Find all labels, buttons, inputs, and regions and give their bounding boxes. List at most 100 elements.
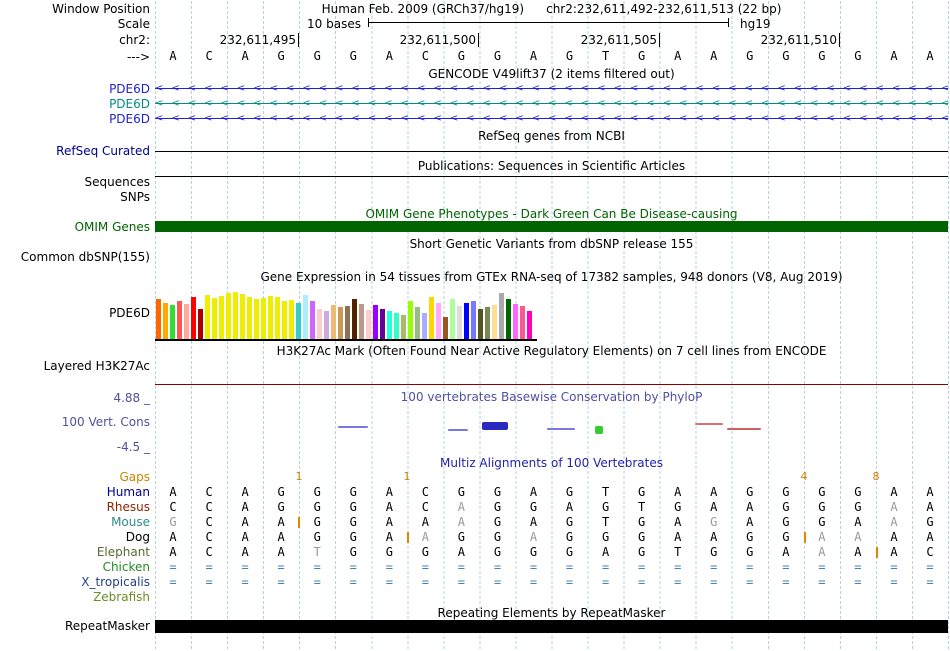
gtex-expression-bar[interactable] xyxy=(184,304,189,339)
gtex-expression-bar[interactable] xyxy=(331,305,336,339)
gene-label-pde6d-1[interactable]: PDE6D xyxy=(0,82,150,96)
multiz-row-rhesus[interactable]: CCAGGGACAGGAGTGAAGGGAA xyxy=(155,500,948,515)
gencode-gene-pde6d-2[interactable] xyxy=(155,97,948,110)
aligned-base: = xyxy=(241,560,249,574)
gtex-expression-barchart[interactable] xyxy=(156,291,532,339)
gtex-expression-bar[interactable] xyxy=(429,297,434,339)
species-label-human[interactable]: Human xyxy=(0,485,150,499)
gtex-expression-bar[interactable] xyxy=(205,295,210,339)
common-dbsnp-label[interactable]: Common dbSNP(155) xyxy=(0,250,150,264)
gtex-expression-bar[interactable] xyxy=(282,301,287,339)
gtex-expression-bar[interactable] xyxy=(317,309,322,339)
gtex-expression-bar[interactable] xyxy=(471,301,476,339)
species-label-rhesus[interactable]: Rhesus xyxy=(0,500,150,514)
gtex-expression-bar[interactable] xyxy=(275,297,280,339)
h3k27ac-signal-line[interactable] xyxy=(155,384,948,385)
gtex-expression-bar[interactable] xyxy=(499,293,504,339)
gtex-expression-bar[interactable] xyxy=(527,311,532,339)
omim-gene-bar[interactable] xyxy=(155,221,948,232)
gtex-expression-bar[interactable] xyxy=(380,309,385,339)
multiz-row-mouse[interactable]: GCAAGGAAAGAGTGAGAGGAAG xyxy=(155,515,948,530)
gtex-expression-bar[interactable] xyxy=(401,315,406,339)
multiz-row-elephant[interactable]: ACAATGGGAGGGAGTGGAAAAC xyxy=(155,545,948,560)
gtex-expression-bar[interactable] xyxy=(345,306,350,339)
aligned-base: A xyxy=(890,500,898,514)
reference-base: G xyxy=(277,49,285,63)
gtex-expression-bar[interactable] xyxy=(366,310,371,339)
gtex-expression-bar[interactable] xyxy=(191,297,196,339)
refseq-curated-item[interactable] xyxy=(155,151,948,152)
gtex-expression-bar[interactable] xyxy=(233,292,238,339)
gtex-expression-bar[interactable] xyxy=(387,311,392,339)
gtex-expression-bar[interactable] xyxy=(303,295,308,339)
gtex-expression-bar[interactable] xyxy=(296,303,301,339)
phylop-signal-mark xyxy=(338,426,368,428)
gtex-expression-bar[interactable] xyxy=(415,307,420,339)
gtex-expression-bar[interactable] xyxy=(198,309,203,339)
species-label-chicken[interactable]: Chicken xyxy=(0,560,150,574)
gtex-expression-bar[interactable] xyxy=(408,301,413,339)
phylop-track-label[interactable]: 100 Vert. Cons xyxy=(0,415,150,429)
gtex-expression-bar[interactable] xyxy=(457,306,462,339)
gtex-expression-bar[interactable] xyxy=(324,311,329,339)
sequences-label[interactable]: Sequences xyxy=(0,175,150,189)
refseq-curated-label[interactable]: RefSeq Curated xyxy=(0,144,150,158)
multiz-row-zebrafish[interactable] xyxy=(155,590,948,605)
gtex-expression-bar[interactable] xyxy=(464,303,469,339)
gtex-expression-bar[interactable] xyxy=(226,293,231,339)
species-label-dog[interactable]: Dog xyxy=(0,530,150,544)
aligned-base: A xyxy=(674,485,682,499)
gtex-expression-bar[interactable] xyxy=(247,297,252,339)
gtex-expression-bar[interactable] xyxy=(240,294,245,339)
species-label-zebrafish[interactable]: Zebrafish xyxy=(0,590,150,604)
gencode-gene-pde6d-1[interactable] xyxy=(155,82,948,95)
gtex-expression-bar[interactable] xyxy=(492,305,497,339)
multiz-row-dog[interactable]: ACAAGGAAGGAGGGAAGGAAAA xyxy=(155,530,948,545)
gtex-expression-bar[interactable] xyxy=(338,307,343,339)
gtex-expression-bar[interactable] xyxy=(436,303,441,339)
publications-sequences-item[interactable] xyxy=(155,176,948,177)
gencode-gene-pde6d-3[interactable] xyxy=(155,112,948,125)
gtex-expression-bar[interactable] xyxy=(520,306,525,339)
species-label-elephant[interactable]: Elephant xyxy=(0,545,150,559)
gtex-expression-bar[interactable] xyxy=(156,299,161,339)
publications-track-title: Publications: Sequences in Scientific Ar… xyxy=(417,159,686,173)
gtex-expression-bar[interactable] xyxy=(310,301,315,339)
gtex-expression-bar[interactable] xyxy=(359,304,364,339)
multiz-row-human[interactable]: ACAGGGACGGAGTGAAGGGGAA xyxy=(155,485,948,500)
species-label-x-tropicalis[interactable]: X_tropicalis xyxy=(0,575,150,589)
gtex-expression-bar[interactable] xyxy=(450,299,455,339)
gtex-expression-bar[interactable] xyxy=(422,313,427,339)
gtex-expression-bar[interactable] xyxy=(352,299,357,339)
repeatmasker-label[interactable]: RepeatMasker xyxy=(0,619,150,633)
gtex-expression-bar[interactable] xyxy=(478,309,483,339)
gtex-expression-bar[interactable] xyxy=(268,296,273,339)
gap-size-number: 4 xyxy=(800,470,808,483)
gtex-expression-bar[interactable] xyxy=(485,307,490,339)
gtex-expression-bar[interactable] xyxy=(261,298,266,339)
gtex-expression-bar[interactable] xyxy=(177,301,182,339)
gtex-expression-bar[interactable] xyxy=(219,296,224,339)
gtex-expression-bar[interactable] xyxy=(289,300,294,339)
gtex-expression-bar[interactable] xyxy=(163,303,168,339)
gtex-expression-bar[interactable] xyxy=(443,317,448,339)
gtex-expression-bar[interactable] xyxy=(254,299,259,339)
gtex-expression-bar[interactable] xyxy=(513,304,518,339)
multiz-row-x-tropicalis[interactable]: = = = = = = = = = = = = = = = = = = = = = = xyxy=(155,575,948,590)
gene-label-pde6d-3[interactable]: PDE6D xyxy=(0,112,150,126)
gtex-expression-bar[interactable] xyxy=(373,305,378,339)
species-label-mouse[interactable]: Mouse xyxy=(0,515,150,529)
layered-h3k27ac-label[interactable]: Layered H3K27Ac xyxy=(0,359,150,373)
gtex-expression-bar[interactable] xyxy=(170,305,175,339)
gtex-expression-bar[interactable] xyxy=(506,299,511,339)
phylop-signal-area[interactable] xyxy=(155,392,948,450)
strand-arrow-label[interactable]: ---> xyxy=(0,50,150,64)
snps-label[interactable]: SNPs xyxy=(0,190,150,204)
repeatmasker-element-bar[interactable] xyxy=(155,620,948,633)
gtex-gene-label[interactable]: PDE6D xyxy=(0,306,150,320)
gtex-expression-bar[interactable] xyxy=(394,313,399,339)
multiz-row-chicken[interactable]: = = = = = = = = = = = = = = = = = = = = = = xyxy=(155,560,948,575)
gtex-expression-bar[interactable] xyxy=(212,298,217,339)
omim-genes-label[interactable]: OMIM Genes xyxy=(0,220,150,234)
gene-label-pde6d-2[interactable]: PDE6D xyxy=(0,97,150,111)
